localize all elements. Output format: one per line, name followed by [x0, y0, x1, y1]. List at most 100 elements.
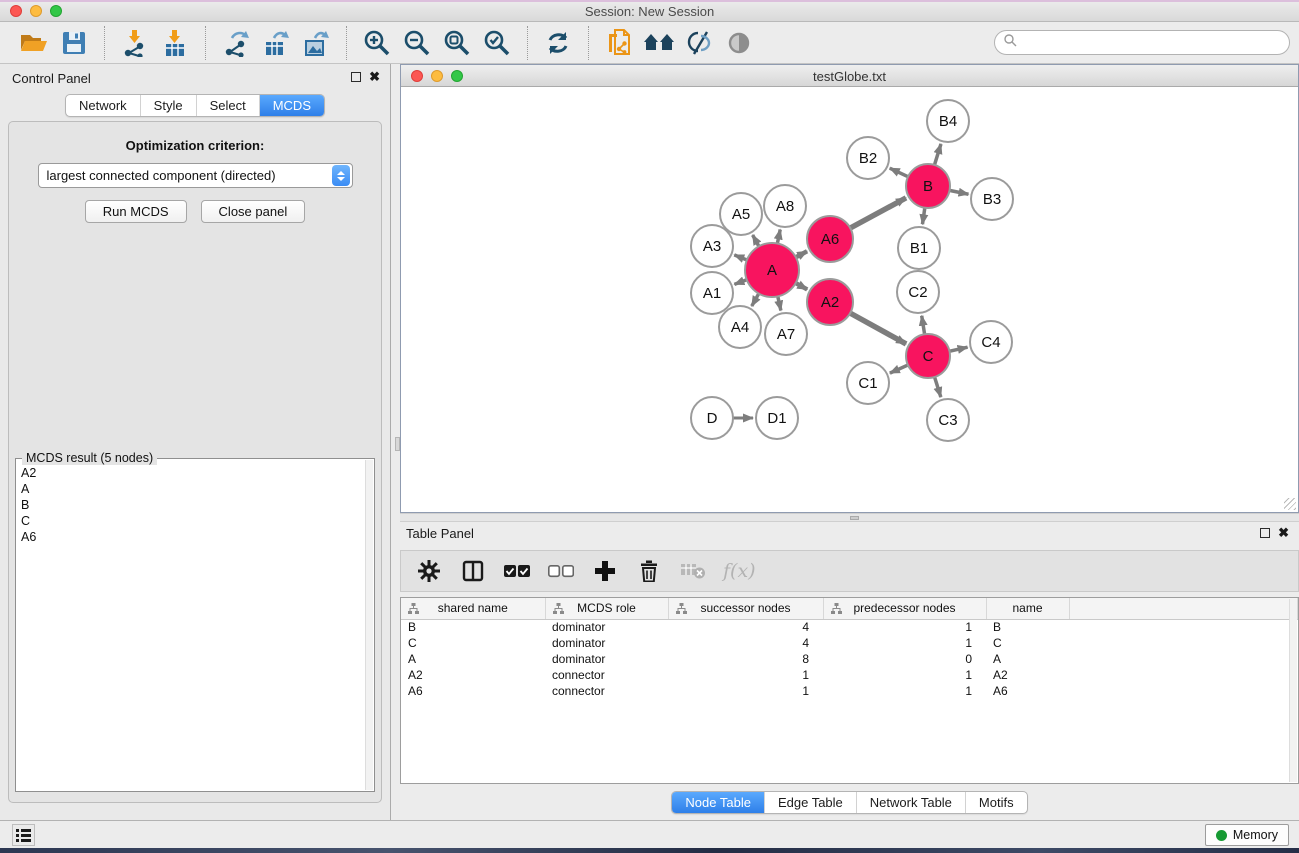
- table-cell[interactable]: 1: [668, 683, 823, 699]
- graph-node-C1[interactable]: C1: [847, 362, 889, 404]
- table-cell[interactable]: A2: [986, 667, 1069, 683]
- tab-mcds[interactable]: MCDS: [259, 95, 324, 116]
- graph-node-C[interactable]: C: [906, 334, 950, 378]
- graph-node-B4[interactable]: B4: [927, 100, 969, 142]
- table-cell[interactable]: 4: [668, 619, 823, 635]
- function-builder-icon[interactable]: f(x): [723, 560, 756, 582]
- table-cell[interactable]: 1: [823, 667, 986, 683]
- export-image-icon[interactable]: [296, 26, 336, 60]
- graph-node-B3[interactable]: B3: [971, 178, 1013, 220]
- zoom-out-icon[interactable]: [397, 26, 437, 60]
- graph-node-D[interactable]: D: [691, 397, 733, 439]
- vertical-splitter-handle[interactable]: [395, 437, 400, 451]
- mcds-result-item[interactable]: B: [17, 497, 365, 513]
- graph-edge[interactable]: [934, 375, 941, 397]
- search-input[interactable]: [1017, 36, 1289, 50]
- mcds-result-scrollbar[interactable]: [365, 460, 373, 790]
- search-box[interactable]: [994, 30, 1290, 55]
- save-session-icon[interactable]: [54, 26, 94, 60]
- table-cell[interactable]: A6: [401, 683, 545, 699]
- graph-node-C4[interactable]: C4: [970, 321, 1012, 363]
- tab-edge-table[interactable]: Edge Table: [764, 792, 856, 813]
- table-cell[interactable]: 1: [823, 635, 986, 651]
- graph-edge[interactable]: [848, 198, 906, 229]
- network-graph[interactable]: AA1A2A3A4A5A6A7A8BB1B2B3B4CC1C2C3C4DD1: [401, 87, 1298, 513]
- new-network-icon[interactable]: [599, 26, 639, 60]
- task-history-button[interactable]: [12, 824, 35, 846]
- tab-node-table[interactable]: Node Table: [672, 792, 764, 813]
- close-panel-button[interactable]: Close panel: [201, 200, 306, 223]
- table-cell[interactable]: B: [401, 619, 545, 635]
- resize-grip[interactable]: [1284, 498, 1296, 510]
- mcds-result-list[interactable]: A2ABCA6: [17, 465, 365, 790]
- graph-edge[interactable]: [890, 364, 910, 373]
- table-cell[interactable]: 1: [823, 619, 986, 635]
- table-cell[interactable]: C: [986, 635, 1069, 651]
- tab-style[interactable]: Style: [140, 95, 196, 116]
- graph-node-A6[interactable]: A6: [807, 216, 853, 262]
- table-cell[interactable]: connector: [545, 683, 668, 699]
- graph-node-A2[interactable]: A2: [807, 279, 853, 325]
- table-cell[interactable]: dominator: [545, 619, 668, 635]
- table-cell[interactable]: dominator: [545, 651, 668, 667]
- horizontal-splitter-handle[interactable]: [850, 516, 859, 520]
- table-cell[interactable]: 8: [668, 651, 823, 667]
- export-table-icon[interactable]: [256, 26, 296, 60]
- col-successor-nodes[interactable]: successor nodes: [668, 598, 823, 619]
- graph-node-B1[interactable]: B1: [898, 227, 940, 269]
- open-session-icon[interactable]: [14, 26, 54, 60]
- select-all-icon[interactable]: [503, 554, 531, 588]
- graph-node-A[interactable]: A: [745, 243, 799, 297]
- table-cell[interactable]: 1: [668, 667, 823, 683]
- network-view-titlebar[interactable]: testGlobe.txt: [401, 65, 1298, 87]
- run-mcds-button[interactable]: Run MCDS: [85, 200, 187, 223]
- close-panel-icon[interactable]: ✖: [369, 69, 380, 85]
- table-cell[interactable]: dominator: [545, 635, 668, 651]
- zoom-selected-icon[interactable]: [477, 26, 517, 60]
- graph-node-D1[interactable]: D1: [756, 397, 798, 439]
- deselect-all-icon[interactable]: [547, 554, 575, 588]
- table-cell[interactable]: C: [401, 635, 545, 651]
- graph-edge[interactable]: [848, 312, 906, 344]
- col-predecessor-nodes[interactable]: predecessor nodes: [823, 598, 986, 619]
- col-mcds-role[interactable]: MCDS role: [545, 598, 668, 619]
- tab-motifs[interactable]: Motifs: [965, 792, 1027, 813]
- mcds-result-item[interactable]: A: [17, 481, 365, 497]
- graph-node-A8[interactable]: A8: [764, 185, 806, 227]
- node-table[interactable]: shared name MCDS role successor nodes pr…: [400, 597, 1299, 784]
- graph-edge[interactable]: [922, 316, 925, 337]
- graph-edge[interactable]: [890, 168, 910, 177]
- graph-edge[interactable]: [948, 347, 968, 351]
- mcds-result-item[interactable]: A2: [17, 465, 365, 481]
- delete-column-icon[interactable]: [635, 554, 663, 588]
- graph-node-B[interactable]: B: [906, 164, 950, 208]
- import-network-icon[interactable]: [115, 26, 155, 60]
- graph-node-A3[interactable]: A3: [691, 225, 733, 267]
- refresh-icon[interactable]: [538, 26, 578, 60]
- table-cell[interactable]: A: [401, 651, 545, 667]
- delete-table-icon[interactable]: [679, 554, 707, 588]
- col-name[interactable]: name: [986, 598, 1069, 619]
- column-visibility-icon[interactable]: [459, 554, 487, 588]
- table-row[interactable]: Cdominator41C: [401, 635, 1298, 651]
- graph-node-C3[interactable]: C3: [927, 399, 969, 441]
- graph-node-B2[interactable]: B2: [847, 137, 889, 179]
- graph-edge[interactable]: [948, 190, 969, 194]
- horizontal-splitter[interactable]: [400, 513, 1299, 522]
- table-cell[interactable]: A: [986, 651, 1069, 667]
- table-cell[interactable]: 4: [668, 635, 823, 651]
- cybrowser-icon[interactable]: [639, 26, 679, 60]
- tab-network-table[interactable]: Network Table: [856, 792, 965, 813]
- table-cell[interactable]: A6: [986, 683, 1069, 699]
- table-row[interactable]: Bdominator41B: [401, 619, 1298, 635]
- table-header-row[interactable]: shared name MCDS role successor nodes pr…: [401, 598, 1298, 619]
- table-row[interactable]: A2connector11A2: [401, 667, 1298, 683]
- graph-node-A5[interactable]: A5: [720, 193, 762, 235]
- import-table-icon[interactable]: [155, 26, 195, 60]
- optimization-criterion-select[interactable]: largest connected component (directed): [38, 163, 353, 188]
- table-cell[interactable]: 1: [823, 683, 986, 699]
- float-panel-icon[interactable]: [351, 72, 361, 82]
- hide-labels-icon[interactable]: [679, 26, 719, 60]
- zoom-in-icon[interactable]: [357, 26, 397, 60]
- col-shared-name[interactable]: shared name: [401, 598, 545, 619]
